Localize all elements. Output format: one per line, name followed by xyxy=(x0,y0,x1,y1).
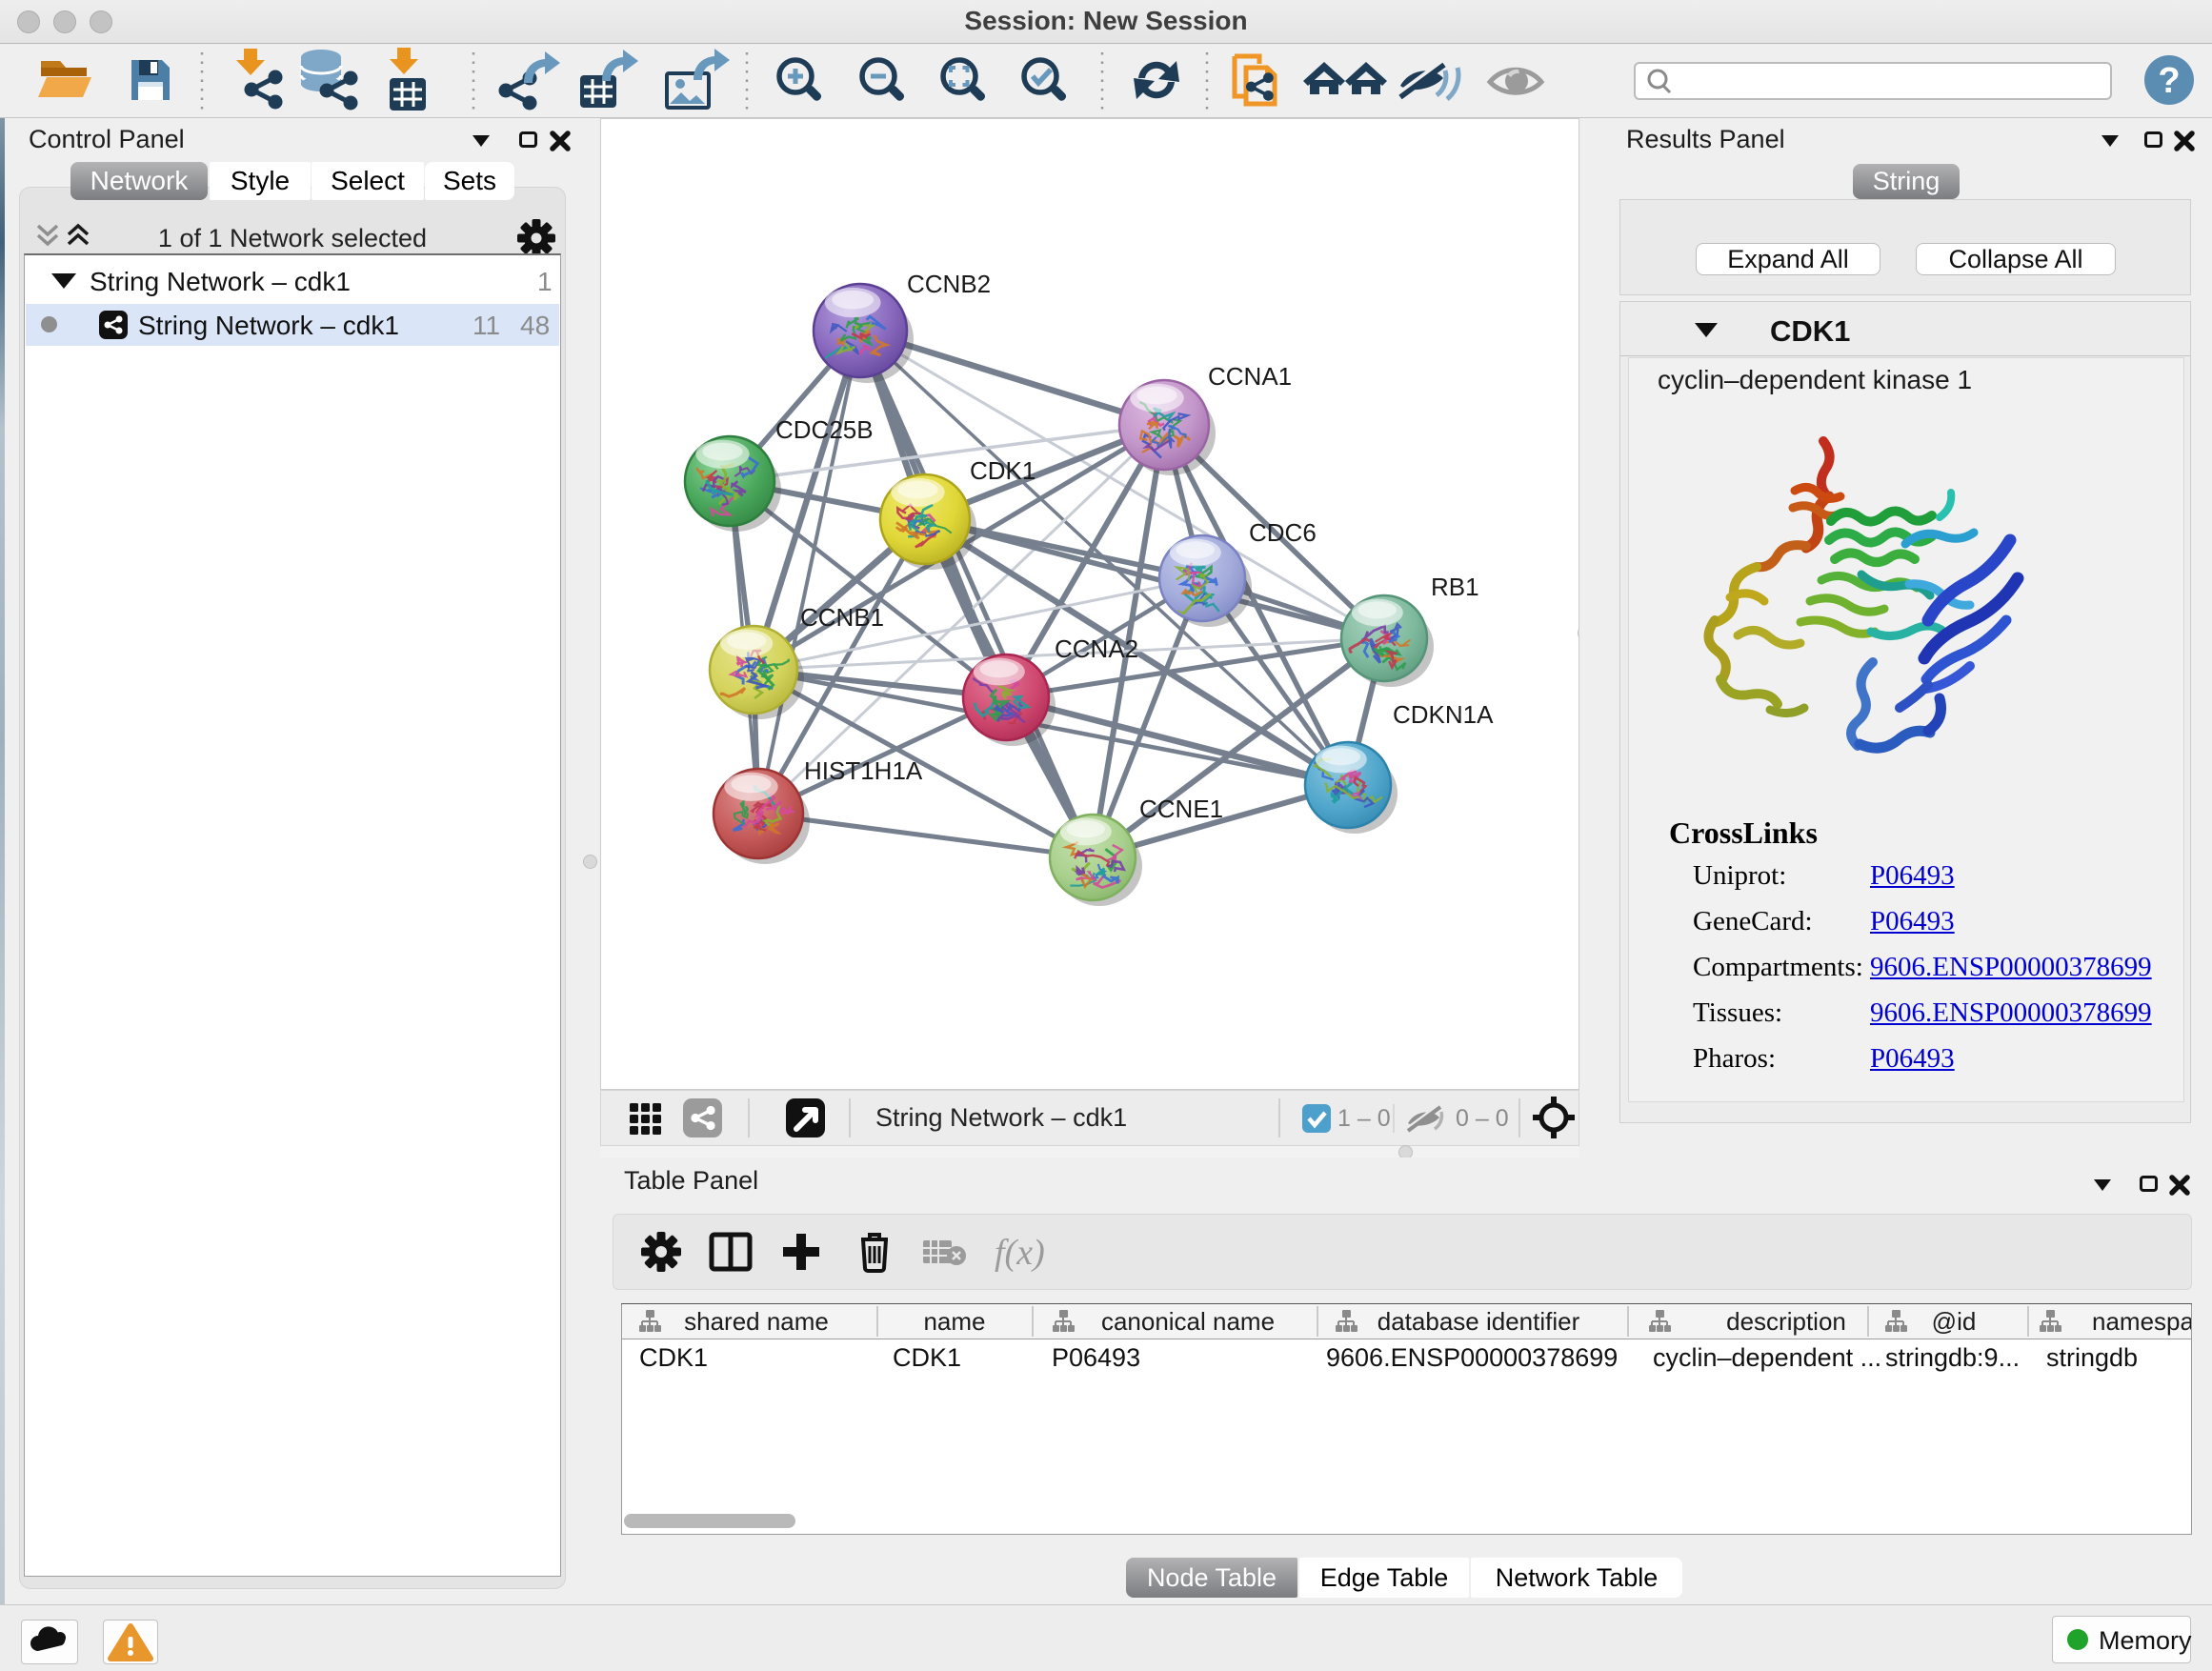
svg-text:CCNA2: CCNA2 xyxy=(1055,634,1138,663)
svg-text:shared name: shared name xyxy=(684,1307,829,1336)
svg-text:name: name xyxy=(923,1307,985,1336)
svg-text:f(x): f(x) xyxy=(995,1233,1045,1273)
svg-text:HIST1H1A: HIST1H1A xyxy=(804,756,923,785)
svg-text:CCNA1: CCNA1 xyxy=(1208,362,1292,391)
svg-text:database identifier: database identifier xyxy=(1377,1307,1580,1336)
svg-text:CDKN1A: CDKN1A xyxy=(1393,700,1494,729)
svg-text:RB1: RB1 xyxy=(1431,573,1479,601)
svg-text:CDC6: CDC6 xyxy=(1249,518,1317,547)
svg-text:canonical name: canonical name xyxy=(1101,1307,1275,1336)
svg-text:CCNB2: CCNB2 xyxy=(907,270,991,298)
svg-text:CDC25B: CDC25B xyxy=(775,415,874,444)
svg-text:CCNE1: CCNE1 xyxy=(1139,795,1223,823)
svg-text:@id: @id xyxy=(1932,1307,1977,1336)
svg-text:CDK1: CDK1 xyxy=(970,456,1036,485)
svg-text:description: description xyxy=(1726,1307,1846,1336)
svg-text:CCNB1: CCNB1 xyxy=(800,603,884,632)
svg-text:?: ? xyxy=(2158,61,2180,101)
svg-text:namespac: namespac xyxy=(2092,1307,2191,1336)
